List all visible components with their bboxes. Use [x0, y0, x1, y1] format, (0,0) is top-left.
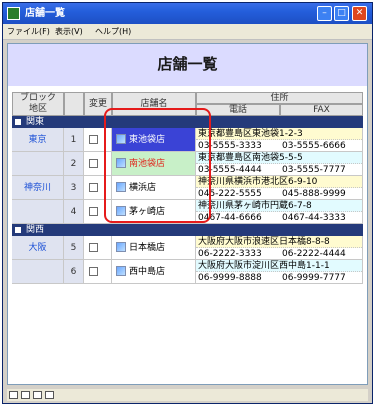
- col-header-block[interactable]: ブロック 地区: [12, 92, 64, 116]
- store-icon: [116, 242, 126, 252]
- grid-icon[interactable]: [21, 391, 30, 399]
- address-text: 神奈川県茅ヶ崎市円蔵6-7-8: [196, 200, 362, 212]
- tel-text: 06-9999-8888: [198, 273, 262, 283]
- col-header-address[interactable]: 住所: [196, 92, 363, 104]
- address-text: 神奈川県横浜市港北区6-9-10: [196, 176, 362, 188]
- main-panel: 店舗一覧 ブロック 地区 変更 店舗名 住所 電話 FAX 関東 東京 1 東池…: [7, 43, 368, 385]
- address-cell: 神奈川県茅ヶ崎市円蔵6-7-8 0467-44-6666 0467-44-333…: [196, 200, 363, 224]
- tel-text: 06-2222-3333: [198, 249, 262, 259]
- collapse-icon[interactable]: [15, 227, 21, 233]
- app-window: 店舗一覧 – □ ✕ ファイル(F) 表示(V) ヘルプ(H) 店舗一覧 ブロッ…: [2, 2, 373, 404]
- address-text: 大阪府大阪市淀川区西中島1-1-1: [196, 260, 362, 272]
- collapse-icon[interactable]: [15, 119, 21, 125]
- page-title: 店舗一覧: [157, 55, 218, 73]
- address-text: 大阪府大阪市浪速区日本橋8-8-8: [196, 236, 362, 248]
- col-header-fax[interactable]: FAX: [280, 104, 363, 116]
- row-number: 5: [64, 236, 84, 260]
- app-icon: [7, 7, 20, 20]
- maximize-button[interactable]: □: [334, 6, 349, 21]
- row-number: 2: [64, 152, 84, 176]
- fax-text: 06-2222-4444: [282, 249, 346, 259]
- row-number: 6: [64, 260, 84, 284]
- address-cell: 大阪府大阪市淀川区西中島1-1-1 06-9999-8888 06-9999-7…: [196, 260, 363, 284]
- col-header-num[interactable]: [64, 92, 84, 116]
- region-cell: [12, 200, 64, 224]
- store-cell[interactable]: 西中島店: [112, 260, 196, 284]
- menu-view[interactable]: 表示(V): [55, 26, 83, 38]
- window-title: 店舗一覧: [25, 8, 65, 19]
- region-cell: [12, 260, 64, 284]
- address-cell: 神奈川県横浜市港北区6-9-10 045-222-5555 045-888-99…: [196, 176, 363, 200]
- link-icon[interactable]: [45, 391, 54, 399]
- store-cell[interactable]: 日本橋店: [112, 236, 196, 260]
- doc-icon[interactable]: [9, 391, 18, 399]
- fax-text: 045-888-9999: [282, 189, 346, 199]
- region-cell: [12, 152, 64, 176]
- change-checkbox[interactable]: [84, 236, 112, 260]
- region-cell: 大阪: [12, 236, 64, 260]
- address-text: 東京都豊島区南池袋5-5-5: [196, 152, 362, 164]
- change-checkbox[interactable]: [84, 260, 112, 284]
- status-bar: [7, 389, 368, 401]
- minimize-button[interactable]: –: [317, 6, 332, 21]
- row-number: 4: [64, 200, 84, 224]
- address-cell: 大阪府大阪市浪速区日本橋8-8-8 06-2222-3333 06-2222-4…: [196, 236, 363, 260]
- address-text: 東京都豊島区東池袋1-2-3: [196, 128, 362, 140]
- row-number: 3: [64, 176, 84, 200]
- region-cell: 東京: [12, 128, 64, 152]
- fax-text: 03-5555-6666: [282, 141, 346, 151]
- close-button[interactable]: ✕: [352, 6, 367, 21]
- address-cell: 東京都豊島区東池袋1-2-3 03-5555-3333 03-5555-6666: [196, 128, 363, 152]
- fax-text: 06-9999-7777: [282, 273, 346, 283]
- address-cell: 東京都豊島区南池袋5-5-5 03-5555-4444 03-5555-7777: [196, 152, 363, 176]
- store-name: 西中島店: [129, 267, 166, 277]
- fax-text: 0467-44-3333: [282, 213, 346, 223]
- menu-bar: ファイル(F) 表示(V) ヘルプ(H): [3, 24, 372, 40]
- print-icon[interactable]: [33, 391, 42, 399]
- store-name: 日本橋店: [129, 243, 166, 253]
- highlight-annotation: [104, 108, 211, 223]
- menu-file[interactable]: ファイル(F): [7, 26, 50, 38]
- store-icon: [116, 266, 126, 276]
- row-number: 1: [64, 128, 84, 152]
- menu-help[interactable]: ヘルプ(H): [95, 26, 131, 38]
- title-bar[interactable]: 店舗一覧 – □ ✕: [3, 3, 372, 24]
- header-band: 店舗一覧: [8, 44, 367, 86]
- group-row-kansai[interactable]: 関西: [12, 224, 363, 236]
- region-cell: 神奈川: [12, 176, 64, 200]
- fax-text: 03-5555-7777: [282, 165, 346, 175]
